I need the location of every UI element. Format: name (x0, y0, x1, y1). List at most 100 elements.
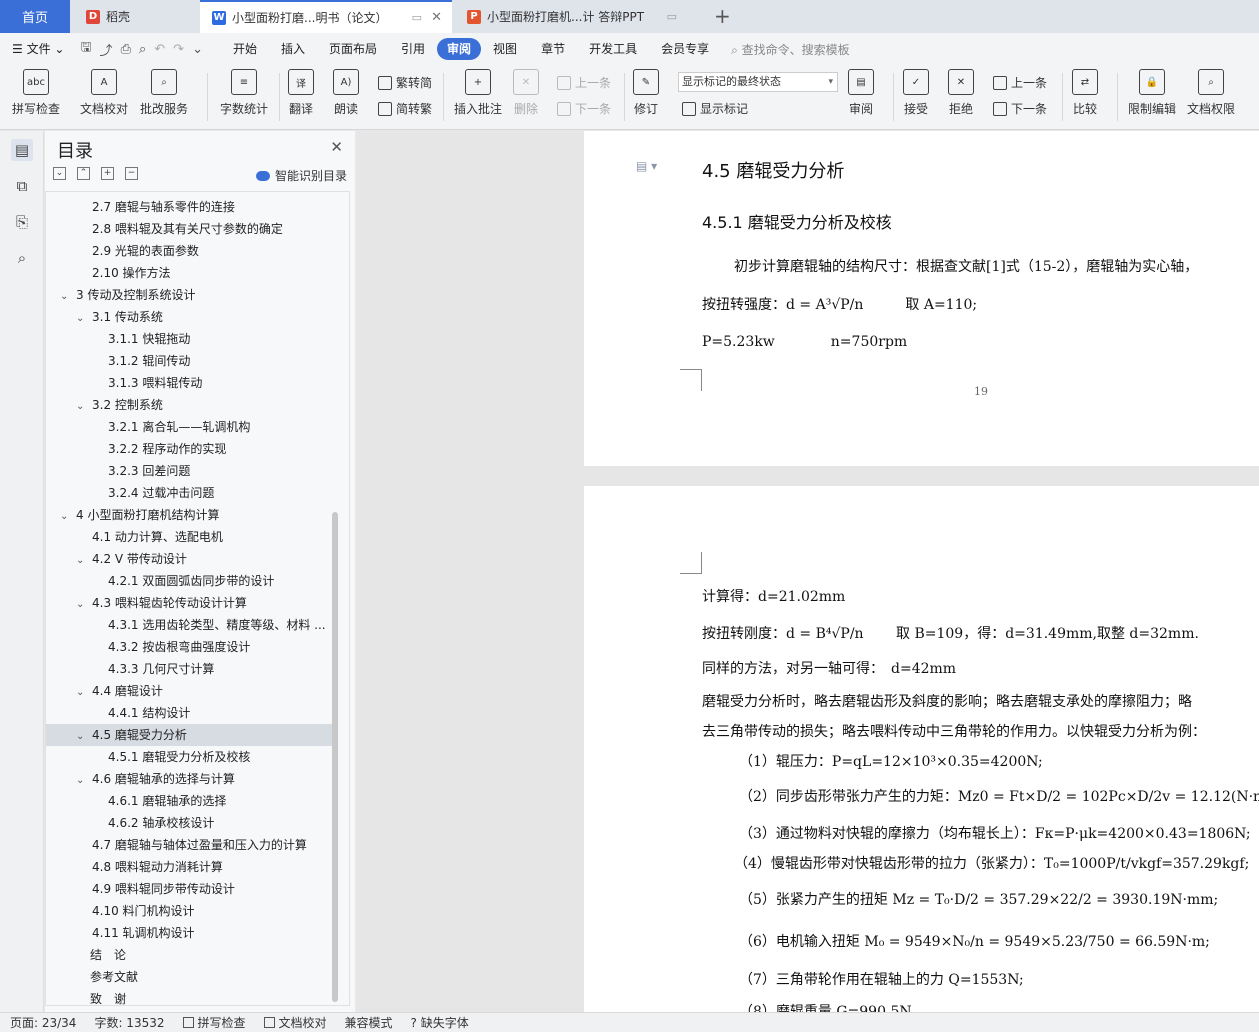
translate-button[interactable]: 译翻译 (288, 69, 314, 125)
toc-item[interactable]: 2.9 光辊的表面参数 (46, 240, 334, 262)
toc-scrollbar[interactable] (332, 512, 338, 1002)
redo-icon[interactable]: ↷ (169, 42, 188, 57)
restore-icon[interactable]: ▭ (667, 10, 677, 23)
toc-panel-icon[interactable]: ▤ (11, 139, 33, 161)
toc-item[interactable]: 结 论 (46, 944, 334, 966)
tab-daoke[interactable]: D 稻壳 (72, 0, 198, 33)
close-icon[interactable]: ✕ (330, 138, 343, 156)
undo-icon[interactable]: ↶ (150, 42, 169, 57)
chevron-down-icon[interactable]: ⌄ (76, 396, 88, 416)
print-icon[interactable]: ⎙ (117, 42, 135, 57)
word-count-button[interactable]: ≡ 字数统计 (220, 69, 268, 125)
toc-item[interactable]: ⌄ 4.6 磨辊轴承的选择与计算 (46, 768, 334, 790)
bookmark-icon[interactable]: ⎘ (11, 211, 33, 233)
menu-start[interactable]: 开始 (221, 38, 269, 60)
toc-item[interactable]: ⌄ 4 小型面粉打磨机结构计算 (46, 504, 334, 526)
toc-item[interactable]: 3.2.3 回差问题 (46, 460, 334, 482)
toc-item[interactable]: 3.2.4 过载冲击问题 (46, 482, 334, 504)
status-doc-proof[interactable]: 文档校对 (263, 1014, 327, 1031)
toc-item[interactable]: 2.7 磨辊与轴系零件的连接 (46, 196, 334, 218)
remove-heading-icon[interactable]: − (125, 167, 138, 180)
add-heading-icon[interactable]: + (101, 167, 114, 180)
next-comment-button[interactable]: 下一条 (557, 100, 611, 117)
prev-change-button[interactable]: 上一条 (993, 74, 1047, 91)
toc-item[interactable]: 4.6.2 轴承校核设计 (46, 812, 334, 834)
toc-item[interactable]: 4.7 磨辊轴与轴体过盈量和压入力的计算 (46, 834, 334, 856)
tab-document[interactable]: W 小型面粉打磨...明书（论文） ▭ ✕ (200, 0, 452, 33)
chevron-down-icon[interactable]: ⌄ (76, 594, 88, 614)
spell-check-button[interactable]: abc 拼写检查 (12, 69, 60, 125)
chevron-down-icon[interactable]: ⌄ (60, 286, 72, 306)
toc-item[interactable]: 4.10 料门机构设计 (46, 900, 334, 922)
collapse-all-icon[interactable]: ⌄ (53, 167, 66, 180)
toc-item[interactable]: 4.11 轧调机构设计 (46, 922, 334, 944)
markup-state-select[interactable]: 显示标记的最终状态 ▾ (678, 72, 838, 92)
toc-item[interactable]: 4.4.1 结构设计 (46, 702, 334, 724)
doc-navigation-icon[interactable]: ▤ ▾ (636, 159, 657, 173)
toc-item[interactable]: 4.9 喂料辊同步带传动设计 (46, 878, 334, 900)
new-tab-icon[interactable]: + (714, 4, 731, 28)
menu-view[interactable]: 视图 (481, 38, 529, 60)
document-page[interactable]: 计算得：d=21.02mm 按扭转刚度：d = B⁴√P/n 取 B=109，得：… (584, 486, 1259, 1012)
revise-button[interactable]: ✎ 修订 (633, 69, 659, 125)
show-markup-button[interactable]: 显示标记 (682, 100, 748, 117)
menu-review[interactable]: 审阅 (437, 38, 482, 60)
toc-item[interactable]: 4.1 动力计算、选配电机 (46, 526, 334, 548)
restore-icon[interactable]: ▭ (412, 11, 422, 24)
share-icon[interactable]: ⤴ (96, 40, 117, 59)
file-menu[interactable]: ☰ 文件 ⌄ (0, 38, 76, 60)
toc-item[interactable]: 4.5.1 磨辊受力分析及校核 (46, 746, 334, 768)
toc-item[interactable]: 4.3.2 按齿根弯曲强度设计 (46, 636, 334, 658)
missing-font-button[interactable]: ? 缺失字体 (411, 1014, 469, 1031)
page-indicator[interactable]: 页面: 23/34 (10, 1014, 76, 1031)
menu-layout[interactable]: 页面布局 (317, 38, 389, 60)
proof-service-button[interactable]: ⌕ 批改服务 (140, 69, 188, 125)
toc-item[interactable]: ⌄ 4.2 V 带传动设计 (46, 548, 334, 570)
chapter-nav-icon[interactable]: ⧉ (11, 175, 33, 197)
review-pane-button[interactable]: ▤ 审阅 (848, 69, 874, 125)
menu-insert[interactable]: 插入 (269, 38, 317, 60)
toc-item[interactable]: 4.6.1 磨辊轴承的选择 (46, 790, 334, 812)
accept-button[interactable]: ✓ 接受 (903, 69, 929, 125)
trad-to-simp-button[interactable]: 繁转简 (378, 74, 432, 91)
insert-comment-button[interactable]: + 插入批注 (454, 69, 502, 125)
delete-comment-button[interactable]: ✕ 删除 (513, 69, 539, 125)
tab-home[interactable]: 首页 (0, 0, 70, 33)
chevron-down-icon[interactable]: ⌄ (76, 726, 88, 746)
toc-item[interactable]: 3.1.1 快辊拖动 (46, 328, 334, 350)
toc-item[interactable]: 2.8 喂料辊及其有关尺寸参数的确定 (46, 218, 334, 240)
toc-item[interactable]: 2.10 操作方法 (46, 262, 334, 284)
simp-to-trad-button[interactable]: 简转繁 (378, 100, 432, 117)
toc-item[interactable]: 4.2.1 双面圆弧齿同步带的设计 (46, 570, 334, 592)
document-canvas[interactable]: ▤ ▾ 4.5 磨辊受力分析 4.5.1 磨辊受力分析及校核 初步计算磨辊轴的结… (357, 131, 1259, 1012)
toc-item[interactable]: ⌄ 3 传动及控制系统设计 (46, 284, 334, 306)
toc-item[interactable]: 3.1.2 辊间传动 (46, 350, 334, 372)
doc-proof-button[interactable]: A 文档校对 (80, 69, 128, 125)
command-search[interactable]: ⌕ 查找命令、搜索模板 (731, 41, 850, 58)
menu-developer[interactable]: 开发工具 (577, 38, 649, 60)
expand-up-icon[interactable]: ⌃ (77, 167, 90, 180)
document-page[interactable]: ▤ ▾ 4.5 磨辊受力分析 4.5.1 磨辊受力分析及校核 初步计算磨辊轴的结… (584, 131, 1259, 466)
next-change-button[interactable]: 下一条 (993, 100, 1047, 117)
toc-item[interactable]: 4.3.1 选用齿轮类型、精度等级、材料 ... (46, 614, 334, 636)
toc-item[interactable]: ⌄ 4.3 喂料辊齿轮传动设计计算 (46, 592, 334, 614)
save-icon[interactable]: 🖫 (76, 38, 95, 60)
toc-item[interactable]: ⌄ 3.1 传动系统 (46, 306, 334, 328)
print-preview-icon[interactable]: ⌕ (135, 42, 150, 57)
toc-item[interactable]: ⌄ 3.2 控制系统 (46, 394, 334, 416)
prev-comment-button[interactable]: 上一条 (557, 74, 611, 91)
compare-button[interactable]: ⇄ 比较 (1072, 69, 1098, 125)
read-aloud-button[interactable]: A) 朗读 (333, 69, 359, 125)
toc-item[interactable]: 4.3.3 几何尺寸计算 (46, 658, 334, 680)
toc-item[interactable]: ⌄ 4.5 磨辊受力分析 (46, 724, 334, 746)
menu-section[interactable]: 章节 (529, 38, 577, 60)
chevron-down-icon[interactable]: ⌄ (76, 308, 88, 328)
chevron-down-icon[interactable]: ⌄ (76, 770, 88, 790)
smart-toc-button[interactable]: 智能识别目录 (255, 167, 347, 184)
toc-item[interactable]: 致 谢 (46, 988, 334, 1005)
chevron-down-icon[interactable]: ⌄ (76, 682, 88, 702)
reject-button[interactable]: ✕ 拒绝 (948, 69, 974, 125)
close-tab-icon[interactable]: ✕ (431, 10, 442, 25)
toc-item[interactable]: 3.1.3 喂料辊传动 (46, 372, 334, 394)
search-icon[interactable]: ⌕ (11, 247, 33, 269)
